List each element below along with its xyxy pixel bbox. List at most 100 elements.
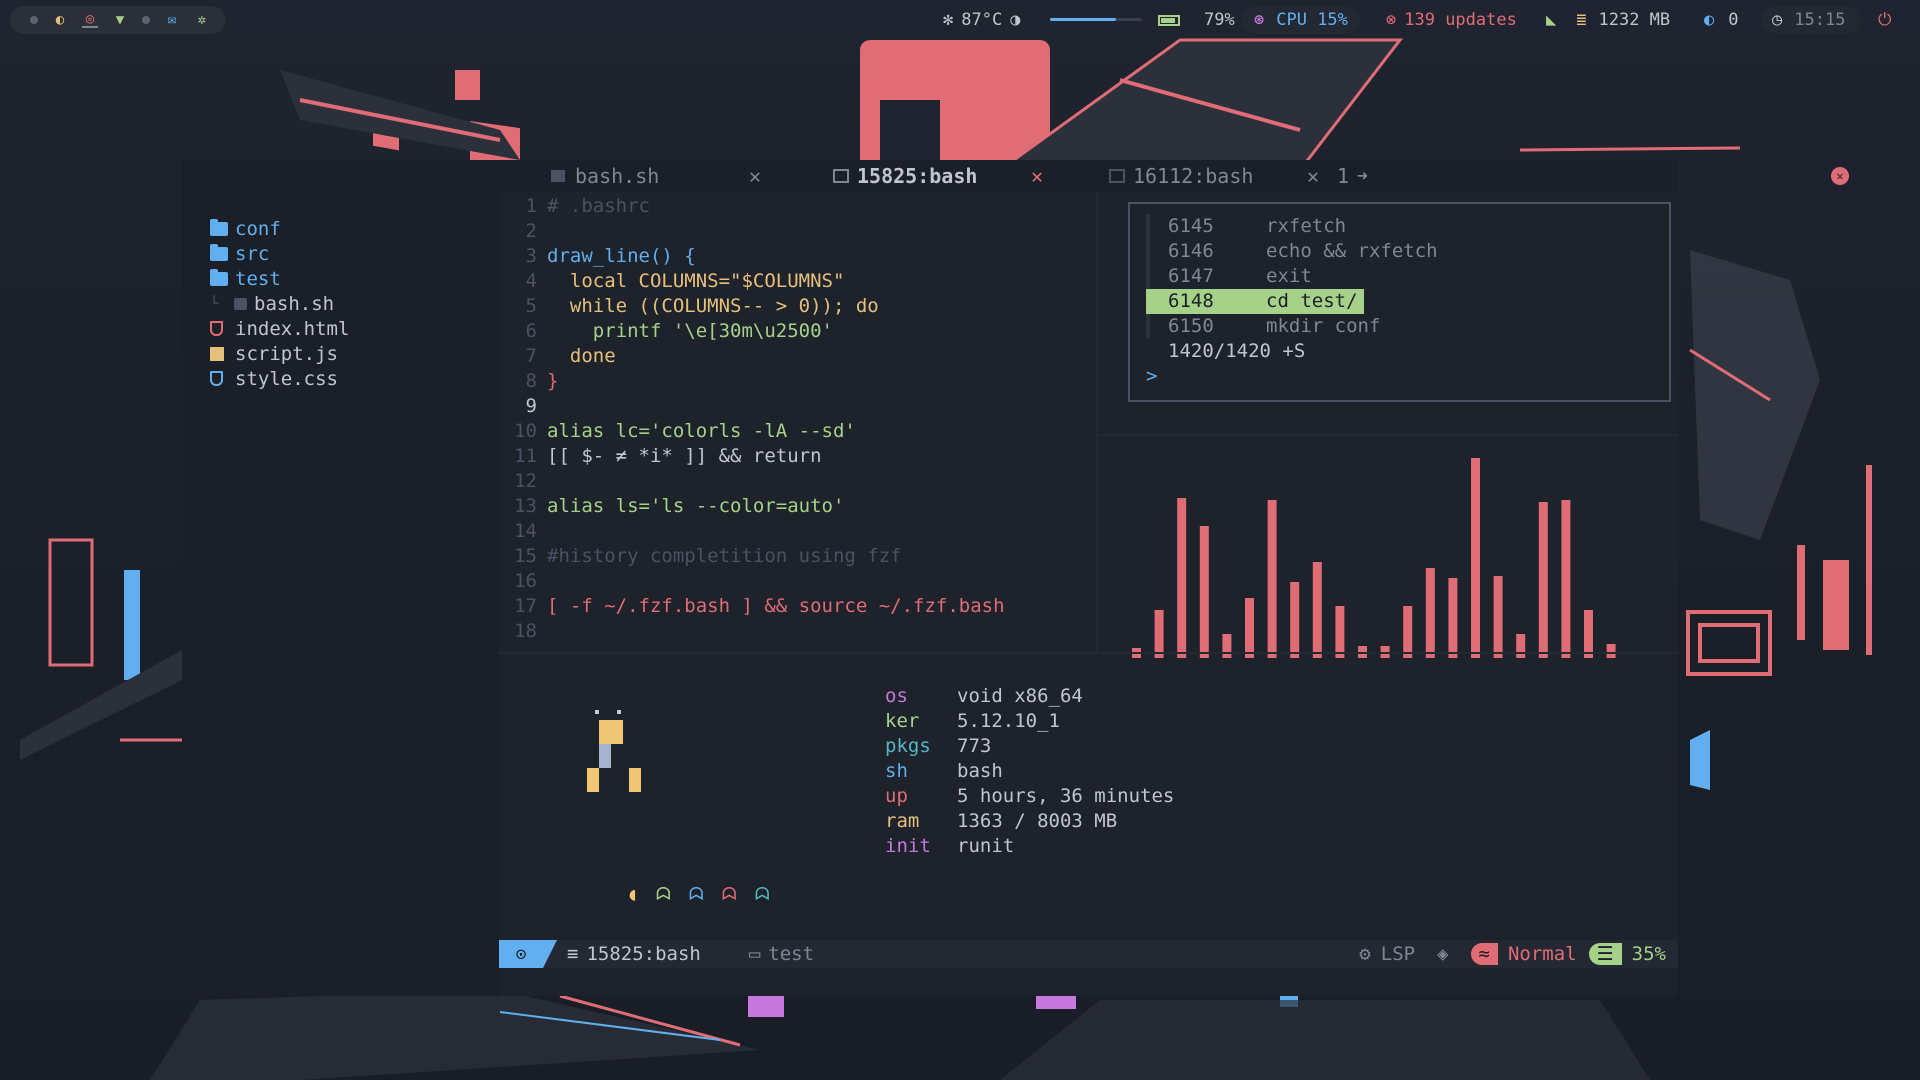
fzf-history-panel[interactable]: 6145 rxfetch 6146 echo && rxfetch 6147 exit…	[1128, 202, 1671, 402]
line-number: 1	[525, 195, 537, 217]
close-icon[interactable]: ✕	[1307, 164, 1319, 188]
info-value: runit	[957, 835, 1015, 857]
fzf-prompt[interactable]: >	[1146, 364, 1669, 389]
terminal-file-icon	[551, 170, 565, 182]
chart-bar	[1290, 582, 1300, 658]
update-icon: ⊗	[1386, 10, 1397, 30]
updates-value: 139 updates	[1404, 10, 1517, 30]
code-line: 12	[499, 469, 1096, 494]
code-line: 11 [[ $- ≠ *i* ]] && return	[499, 444, 1096, 469]
tree-item-script-js[interactable]: script.js	[182, 341, 499, 366]
history-item[interactable]: 6146 echo && rxfetch	[1146, 239, 1669, 264]
terminal-icon	[833, 169, 849, 183]
history-item[interactable]: 6150 mkdir conf	[1146, 314, 1669, 339]
scroll-gutter	[1146, 264, 1150, 289]
code-text: # .bashrc	[547, 195, 650, 217]
fetch-logo-icon	[587, 710, 641, 792]
info-row: sh bash	[885, 759, 1174, 784]
firefox-icon[interactable]: ◐	[52, 12, 68, 28]
arrow-right-icon: ➜	[1357, 165, 1368, 187]
history-command: exit	[1266, 265, 1312, 287]
code-line: 17 [ -f ~/.fzf.bash ] && source ~/.fzf.ba…	[499, 594, 1096, 619]
list-icon: ≡	[567, 943, 579, 965]
close-icon[interactable]: ✕	[1031, 164, 1043, 188]
history-item-selected[interactable]: 6148 cd test/	[1146, 289, 1669, 314]
line-number: 15	[514, 545, 537, 567]
cpu-value: CPU 15%	[1276, 10, 1348, 30]
code-line: 1 # .bashrc	[499, 194, 1096, 219]
history-number: 6145	[1168, 215, 1214, 237]
code-line: 16	[499, 569, 1096, 594]
ghost-icon: ᗣ	[688, 884, 704, 905]
tab-16112-bash[interactable]: 16112:bash ✕	[1109, 160, 1319, 192]
tree-item-label: test	[235, 267, 281, 290]
code-text: while ((COLUMNS-- > 0)); do	[547, 295, 879, 317]
close-icon[interactable]: ✕	[749, 164, 761, 188]
vim-mode: Normal	[1507, 943, 1577, 965]
workspace-dot[interactable]	[30, 16, 38, 24]
tree-item-src[interactable]: src	[182, 241, 499, 266]
history-command: cd test/	[1266, 290, 1358, 312]
pane-divider[interactable]	[1098, 434, 1678, 436]
chart-bar	[1199, 526, 1209, 658]
gears-icon: ⚙	[1359, 943, 1371, 965]
ubuntu-icon: ⊙	[499, 940, 543, 968]
tab-label: bash.sh	[575, 164, 660, 188]
code-text: done	[547, 345, 616, 367]
history-number: 6146	[1168, 240, 1214, 262]
code-text: draw_line() {	[547, 245, 696, 267]
chrome-icon[interactable]: ◎	[82, 11, 98, 28]
current-dir[interactable]: test	[768, 943, 814, 965]
tree-item-style-css[interactable]: style.css	[182, 366, 499, 391]
code-line: 10 alias lc='colorls -lA --sd'	[499, 419, 1096, 444]
memory-widget: ◣ ≣ 1232 MB	[1546, 6, 1670, 34]
cpu-widget: ⊛ CPU 15%	[1242, 6, 1360, 34]
workspace-dot[interactable]	[142, 16, 150, 24]
tree-item-index-html[interactable]: index.html	[182, 316, 499, 341]
separator	[543, 940, 557, 968]
close-window-button[interactable]: ✕	[1831, 160, 1849, 192]
close-circle-icon: ✕	[1831, 167, 1849, 185]
tab-bash-sh[interactable]: bash.sh ✕	[551, 160, 761, 192]
history-item[interactable]: 6145 rxfetch	[1146, 214, 1669, 239]
info-value: 5.12.10_1	[957, 710, 1060, 732]
temperature-widget: ✻ 87°C ◑	[943, 6, 1020, 34]
info-row: init runit	[885, 834, 1174, 859]
tab-overflow[interactable]: 1 ➜	[1337, 160, 1368, 192]
power-icon[interactable]: ⏻	[1878, 10, 1891, 30]
scroll-percent: 35%	[1631, 943, 1666, 965]
brightness-slider[interactable]	[1050, 18, 1142, 21]
history-item[interactable]: 6147 exit	[1146, 264, 1669, 289]
power-widget[interactable]: ⏻	[1878, 6, 1891, 34]
notification-widget[interactable]: ◐ 0	[1704, 6, 1739, 34]
updates-widget[interactable]: ⊗ 139 updates	[1386, 6, 1517, 34]
chart-bar	[1448, 578, 1458, 658]
info-value: void x86_64	[957, 685, 1083, 707]
history-command: mkdir conf	[1266, 315, 1381, 337]
terminal-icon	[1109, 169, 1125, 183]
tab-label: 15825:bash	[857, 164, 978, 188]
info-value: 5 hours, 36 minutes	[957, 785, 1175, 807]
history-number: 6150	[1168, 315, 1214, 337]
chart-bar	[1267, 500, 1277, 658]
tab-15825-bash[interactable]: 15825:bash ✕	[833, 160, 1043, 192]
tree-item-test[interactable]: test	[182, 266, 499, 291]
lsp-status[interactable]: LSP	[1381, 943, 1415, 965]
tree-item-bash-sh[interactable]: └ bash.sh	[182, 291, 499, 316]
pane-divider[interactable]	[1096, 192, 1098, 652]
history-command: echo && rxfetch	[1266, 240, 1438, 262]
chart-bar	[1493, 576, 1503, 658]
mail-icon[interactable]: ✉	[164, 12, 180, 28]
pocket-icon[interactable]: ▼	[112, 12, 128, 28]
gear-icon[interactable]: ✲	[194, 12, 210, 28]
info-value: 1363 / 8003 MB	[957, 810, 1118, 832]
info-row: pkgs 773	[885, 734, 1174, 759]
tree-item-conf[interactable]: conf	[182, 216, 499, 241]
battery-value: 79%	[1204, 10, 1235, 30]
chart-bar	[1335, 606, 1345, 658]
line-number: 13	[514, 495, 537, 517]
wifi-icon: ◣	[1546, 10, 1557, 30]
line-number: 4	[525, 270, 537, 292]
session-name[interactable]: 15825:bash	[586, 943, 700, 965]
code-editor[interactable]: 1 # .bashrc 2 3 draw_line() { 4 local COLU…	[499, 192, 1096, 652]
